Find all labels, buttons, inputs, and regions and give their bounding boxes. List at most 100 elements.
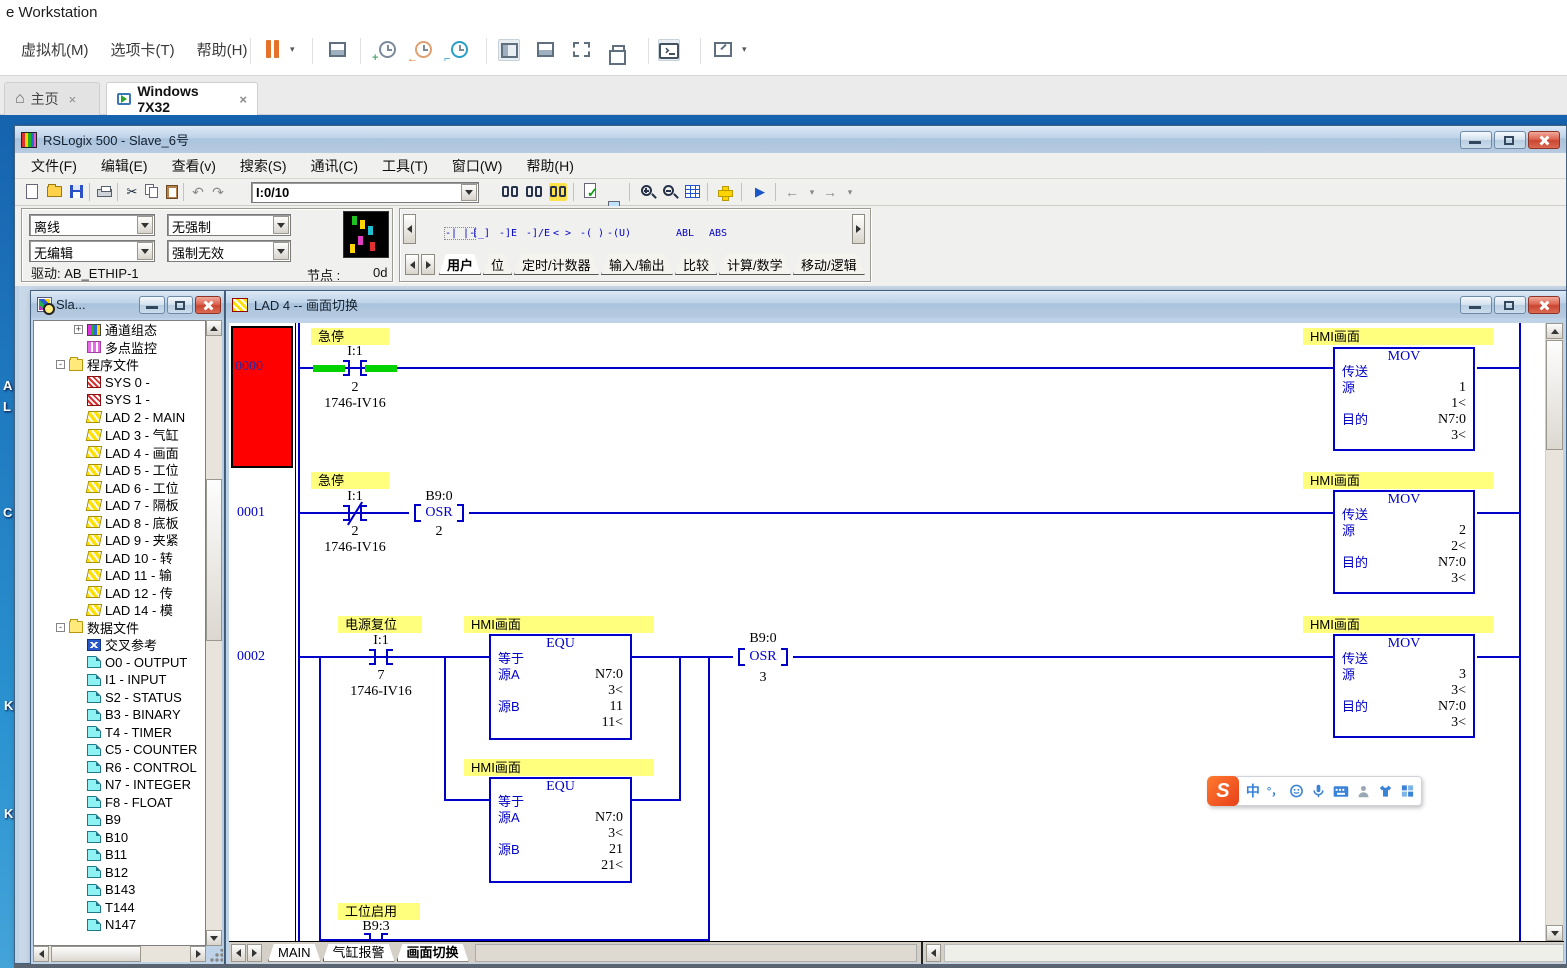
tree-item[interactable]: S2 - STATUS: [34, 689, 205, 707]
instruction-symbol[interactable]: -]E: [499, 228, 517, 239]
tree-scroll-left[interactable]: [33, 946, 49, 962]
run-icon[interactable]: ▶: [751, 183, 769, 201]
xic-contact[interactable]: [369, 649, 376, 665]
instruction-category-tab[interactable]: 移动/逻辑: [793, 254, 865, 275]
show-library-icon[interactable]: [498, 39, 520, 61]
tree-item[interactable]: R6 - CONTROL: [34, 759, 205, 777]
rslogix-menu-item[interactable]: 搜索(S): [228, 153, 299, 179]
tree-item[interactable]: LAD 12 - 传: [34, 584, 205, 602]
sheet-scroll-right[interactable]: [247, 944, 262, 962]
tree-item[interactable]: + 通道组态: [34, 321, 205, 339]
xic-contact[interactable]: [360, 360, 367, 376]
print-icon[interactable]: [95, 183, 113, 201]
skin-icon[interactable]: [1378, 783, 1393, 799]
osr-instruction[interactable]: OSR: [409, 504, 469, 522]
zoom-in-icon[interactable]: [637, 183, 655, 201]
rslogix-menu-item[interactable]: 帮助(H): [514, 153, 585, 179]
rslogix-menu-item[interactable]: 窗口(W): [440, 153, 515, 179]
tree-item[interactable]: N147: [34, 916, 205, 934]
tree-expand-toggle[interactable]: -: [56, 360, 65, 369]
vmware-menu-item[interactable]: 虚拟机(M): [10, 26, 100, 76]
instruction-category-tab[interactable]: 比较: [675, 254, 717, 275]
tree-item[interactable]: LAD 7 - 隔板: [34, 496, 205, 514]
punctuation-icon[interactable]: °，: [1267, 783, 1282, 799]
lad4-maximize-button[interactable]: [1494, 296, 1526, 314]
tree-item[interactable]: SYS 1 -: [34, 391, 205, 409]
edit-state-dropdown[interactable]: 无编辑: [29, 240, 155, 262]
xic-contact[interactable]: [386, 649, 393, 665]
zoom-out-icon[interactable]: [659, 183, 677, 201]
emoji-icon[interactable]: [1289, 783, 1304, 799]
xio-contact[interactable]: [360, 505, 367, 521]
tree-item[interactable]: O0 - OUTPUT: [34, 654, 205, 672]
new-file-icon[interactable]: [23, 183, 41, 201]
close-button[interactable]: [1528, 131, 1560, 149]
tree-scroll-right[interactable]: [190, 946, 206, 962]
tree-item[interactable]: B12: [34, 864, 205, 882]
maximize-button[interactable]: [1494, 131, 1526, 149]
fit-guest-icon[interactable]: [712, 39, 734, 61]
tree-item[interactable]: T144: [34, 899, 205, 917]
vmware-menu-item[interactable]: 选项卡(T): [100, 26, 186, 76]
mov-block[interactable]: MOV 传送 源1 1< 目的N7:0 3<: [1333, 347, 1475, 451]
instruction-symbol[interactable]: -( ): [580, 228, 604, 239]
address-dropdown-icon[interactable]: [461, 184, 477, 201]
lad4-titlebar[interactable]: LAD 4 -- 画面切换: [226, 291, 1566, 318]
find-replace-icon[interactable]: [549, 183, 567, 201]
instruction-symbol[interactable]: -]/E: [526, 228, 550, 239]
rung-number[interactable]: 0001: [237, 505, 265, 521]
rslogix-menu-item[interactable]: 查看(v): [160, 153, 228, 179]
sogou-logo-icon[interactable]: S: [1207, 776, 1239, 806]
tree-item[interactable]: C5 - COUNTER: [34, 741, 205, 759]
tree-maximize-button[interactable]: [167, 296, 193, 314]
tree-item[interactable]: B3 - BINARY: [34, 706, 205, 724]
tab-home[interactable]: ⌂ 主页 ×: [4, 82, 100, 115]
keyboard-icon[interactable]: [1333, 784, 1349, 799]
tree-expand-toggle[interactable]: +: [74, 325, 83, 334]
tree-minimize-button[interactable]: [139, 296, 165, 314]
fit-caret-icon[interactable]: ▾: [742, 44, 747, 55]
tree-item[interactable]: 交叉参考: [34, 636, 205, 654]
show-thumbnail-bar-icon[interactable]: [534, 39, 556, 61]
tab-vm-windows7x32[interactable]: Windows 7X32 ×: [106, 82, 258, 115]
tree-item[interactable]: LAD 14 - 模: [34, 601, 205, 619]
lad-hscroll-track[interactable]: [944, 944, 1564, 962]
voice-input-icon[interactable]: [1311, 783, 1326, 799]
tree-item[interactable]: T4 - TIMER: [34, 724, 205, 742]
minimize-button[interactable]: [1460, 131, 1492, 149]
back-caret-icon[interactable]: ▾: [803, 183, 821, 201]
palette-scroll-left[interactable]: [403, 214, 416, 244]
redo-icon[interactable]: ↷: [209, 183, 227, 201]
tree-item[interactable]: SYS 0 -: [34, 374, 205, 392]
rslogix-menu-item[interactable]: 编辑(E): [89, 153, 160, 179]
mov-block[interactable]: MOV 传送 源3 3< 目的N7:0 3<: [1333, 634, 1475, 738]
vmware-menu-item[interactable]: 帮助(H): [186, 26, 259, 76]
rslogix-titlebar[interactable]: RSLogix 500 - Slave_6号: [15, 126, 1566, 153]
tree-titlebar[interactable]: Sla...: [31, 291, 224, 318]
chinese-mode-icon[interactable]: 中: [1246, 781, 1260, 801]
tree-item[interactable]: 多点监控: [34, 339, 205, 357]
tree-item[interactable]: LAD 9 - 夹紧: [34, 531, 205, 549]
palette-tab-scroll-left[interactable]: [405, 254, 419, 275]
paste-icon[interactable]: [163, 183, 181, 201]
cut-icon[interactable]: ✂: [123, 183, 141, 201]
fullscreen-icon[interactable]: [570, 39, 592, 61]
tree-item[interactable]: LAD 6 - 工位: [34, 479, 205, 497]
tree-item[interactable]: LAD 4 - 画面: [34, 444, 205, 462]
ladder-scroll-down[interactable]: [1546, 925, 1563, 941]
data-table-icon[interactable]: [683, 183, 701, 201]
lad-hscroll-left[interactable]: [926, 944, 941, 962]
xio-contact[interactable]: [343, 505, 350, 521]
tree-item[interactable]: B143: [34, 881, 205, 899]
rung-number[interactable]: 0000: [235, 359, 263, 375]
tree-item[interactable]: B9: [34, 811, 205, 829]
instruction-symbol[interactable]: [_]: [472, 228, 490, 239]
tree-item[interactable]: I1 - INPUT: [34, 671, 205, 689]
navigate-forward-icon[interactable]: →: [821, 183, 839, 201]
tree-hscroll-thumb[interactable]: [51, 946, 141, 962]
new-rung-icon[interactable]: [715, 183, 733, 201]
tree-item[interactable]: LAD 8 - 底板: [34, 514, 205, 532]
instruction-symbol[interactable]: -| |-: [445, 228, 475, 239]
tree-scroll-down[interactable]: [206, 930, 222, 946]
pause-icon[interactable]: [274, 40, 279, 58]
